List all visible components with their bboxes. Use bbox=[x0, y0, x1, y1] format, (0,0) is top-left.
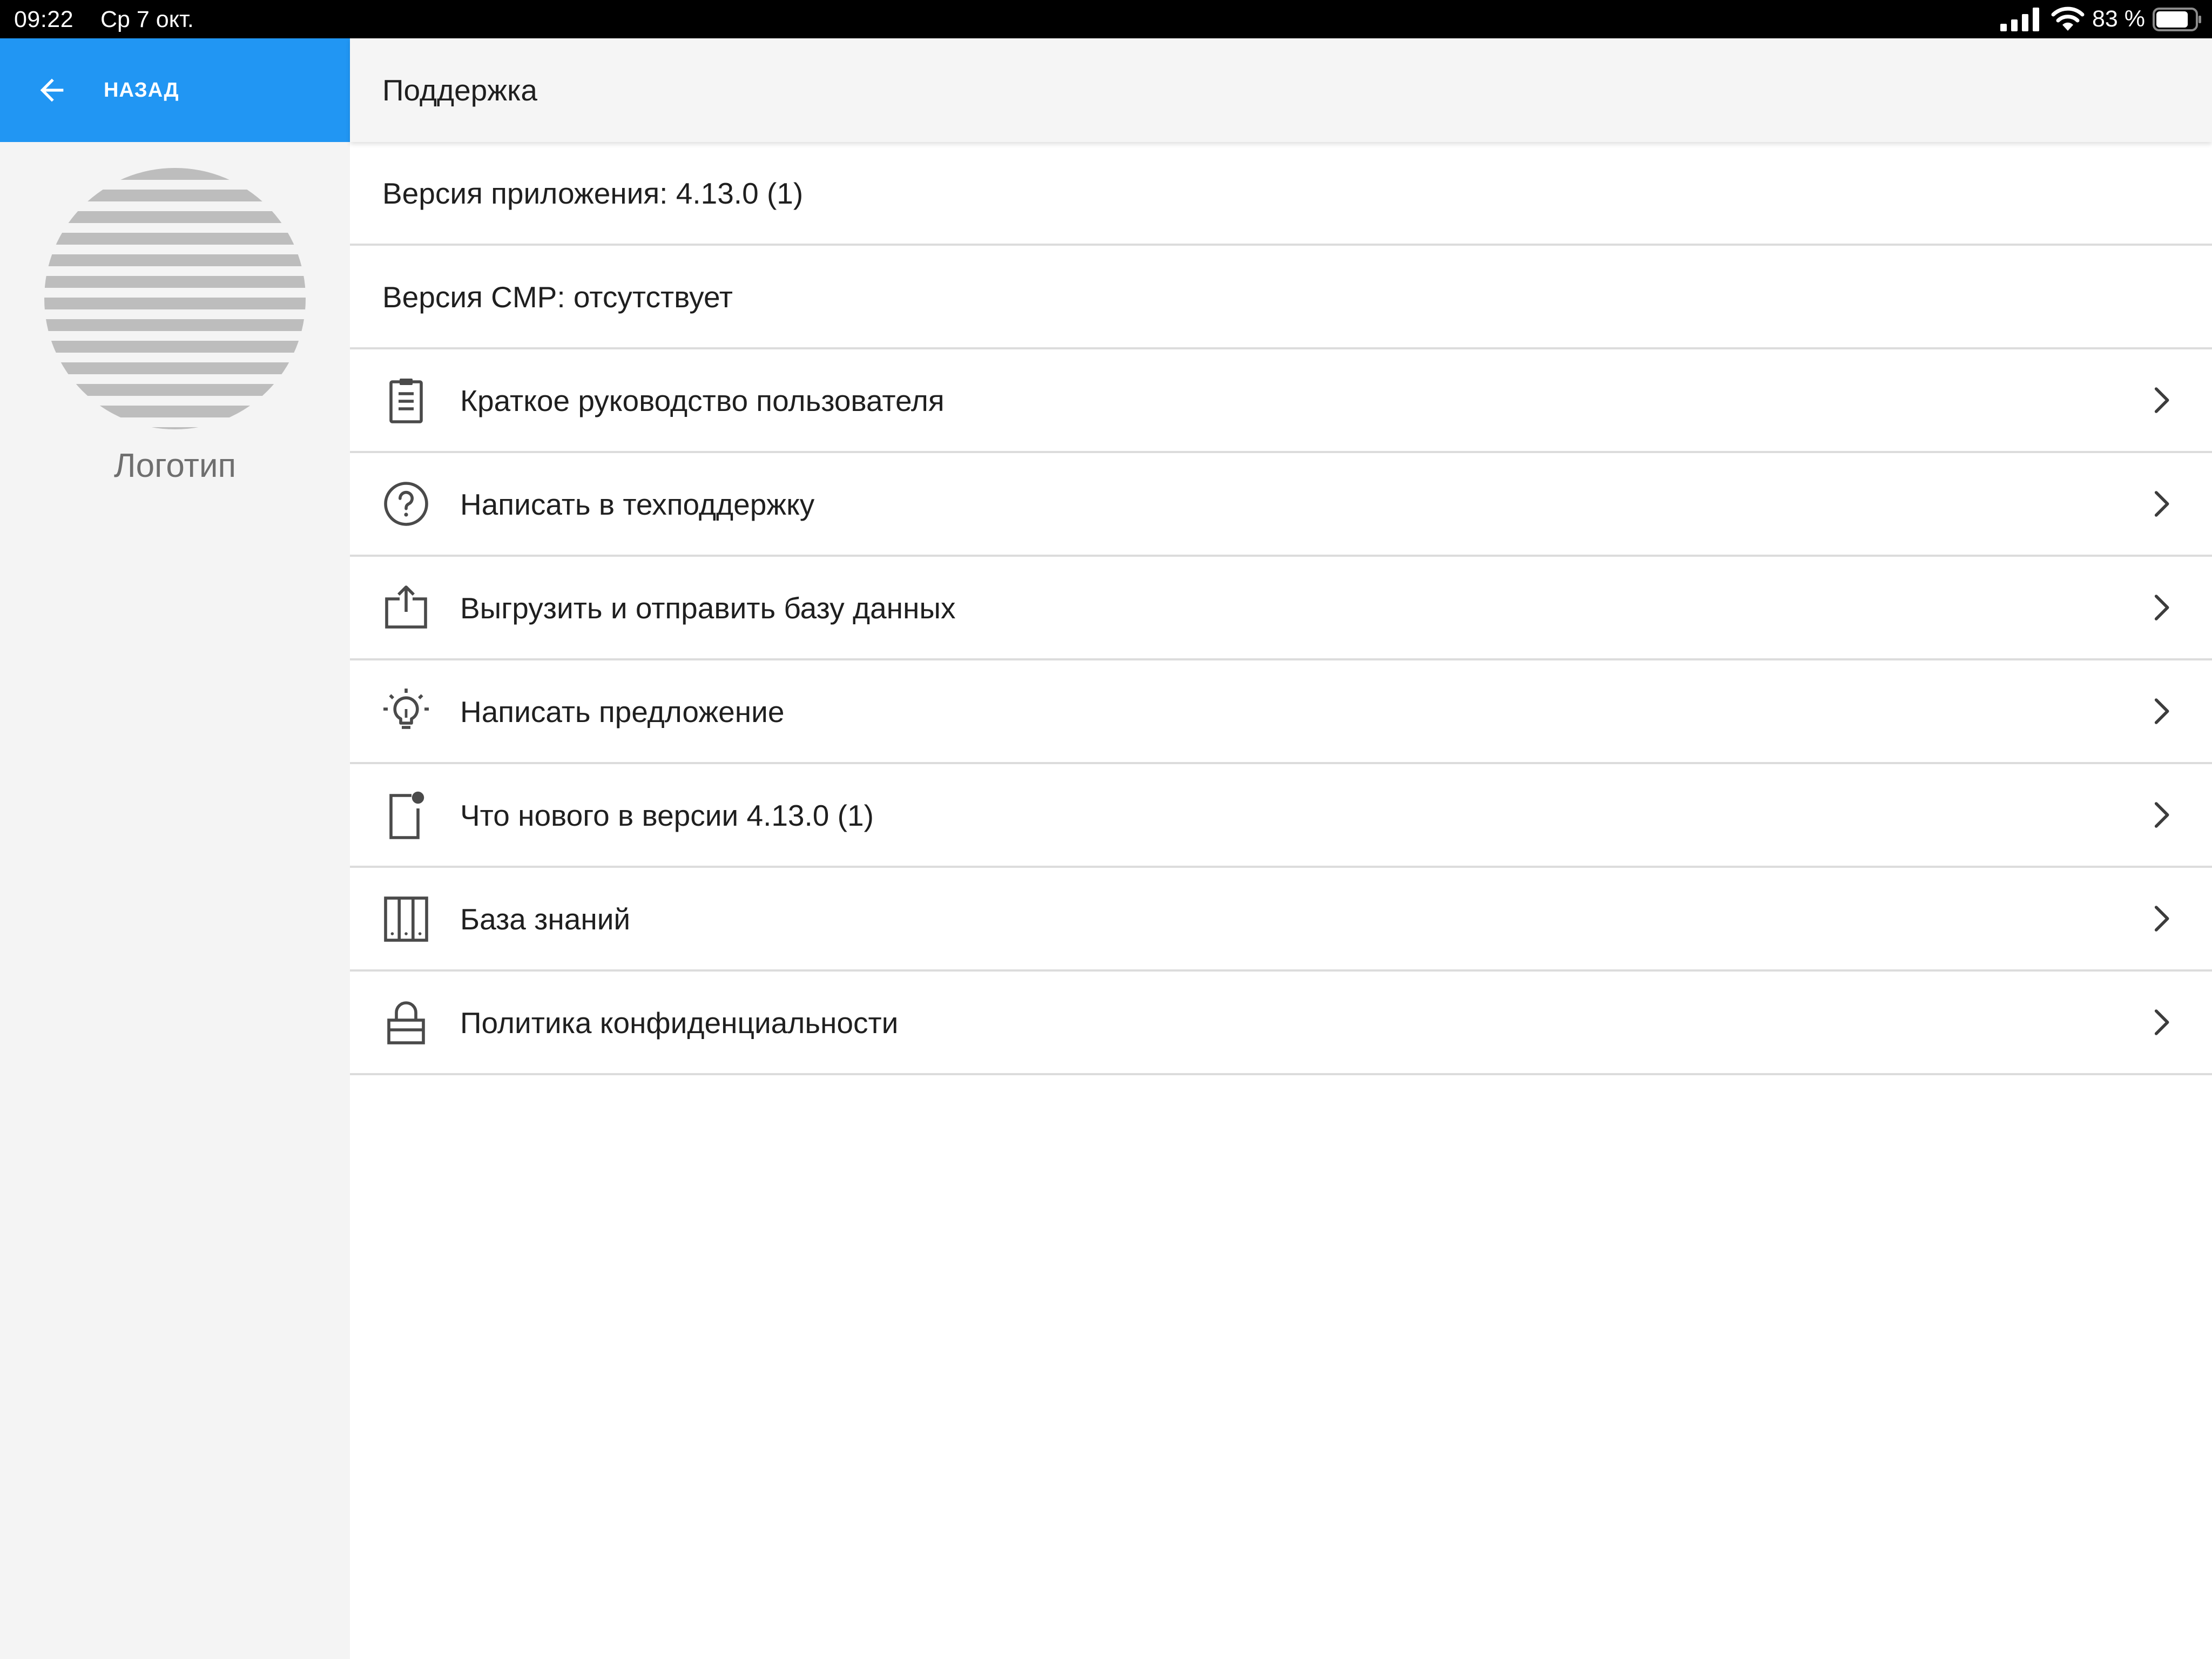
menu-item-label: Написать в техподдержку bbox=[460, 488, 815, 521]
chevron-right-icon bbox=[2154, 491, 2169, 517]
cellular-signal-icon bbox=[2000, 7, 2041, 31]
menu-item-label: Политика конфиденциальности bbox=[460, 1006, 899, 1040]
menu-item-privacy-policy[interactable]: Политика конфиденциальности bbox=[350, 972, 2212, 1075]
chevron-right-icon bbox=[2154, 595, 2169, 621]
cmp-version-text: Версия CMP: отсутствует bbox=[382, 280, 733, 314]
wifi-icon bbox=[2051, 6, 2085, 32]
logo-label: Логотип bbox=[113, 447, 237, 484]
logo-image bbox=[44, 168, 306, 429]
menu-item-export-database[interactable]: Выгрузить и отправить базу данных bbox=[350, 557, 2212, 660]
app-version-text: Версия приложения: 4.13.0 (1) bbox=[382, 177, 804, 210]
lightbulb-icon bbox=[383, 689, 429, 729]
chevron-right-icon bbox=[2154, 906, 2169, 932]
page-header: Поддержка bbox=[350, 38, 2212, 142]
chevron-right-icon bbox=[2154, 1009, 2169, 1035]
app-version-row: Версия приложения: 4.13.0 (1) bbox=[350, 142, 2212, 246]
battery-percent: 83 % bbox=[2092, 6, 2145, 32]
page-title: Поддержка bbox=[382, 73, 537, 107]
battery-icon bbox=[2153, 7, 2202, 31]
chevron-right-icon bbox=[2154, 387, 2169, 413]
status-bar: 09:22 Ср 7 окт. 83 % bbox=[0, 0, 2212, 38]
menu-item-label: Что нового в версии 4.13.0 (1) bbox=[460, 799, 874, 832]
menu-item-suggestion[interactable]: Написать предложение bbox=[350, 660, 2212, 764]
sidebar: НАЗАД Логотип bbox=[0, 38, 350, 1659]
back-button[interactable]: НАЗАД bbox=[0, 38, 350, 142]
lock-icon bbox=[387, 1001, 425, 1044]
status-time: 09:22 bbox=[14, 6, 74, 32]
chevron-right-icon bbox=[2154, 802, 2169, 828]
menu-item-label: Написать предложение bbox=[460, 695, 785, 729]
support-list: Версия приложения: 4.13.0 (1) Версия CMP… bbox=[350, 142, 2212, 1075]
cmp-version-row: Версия CMP: отсутствует bbox=[350, 246, 2212, 349]
status-indicators: 83 % bbox=[2000, 0, 2202, 38]
upload-icon bbox=[385, 585, 427, 629]
arrow-left-icon bbox=[40, 78, 64, 102]
menu-item-label: Выгрузить и отправить базу данных bbox=[460, 591, 956, 625]
menu-item-label: Краткое руководство пользователя bbox=[460, 384, 945, 417]
menu-item-label: База знаний bbox=[460, 902, 631, 936]
whats-new-icon bbox=[389, 791, 424, 839]
chevron-right-icon bbox=[2154, 698, 2169, 724]
clipboard-icon bbox=[389, 379, 423, 423]
status-date: Ср 7 окт. bbox=[100, 6, 194, 32]
back-label: НАЗАД bbox=[104, 79, 179, 102]
menu-item-knowledge-base[interactable]: База знаний bbox=[350, 868, 2212, 972]
menu-item-user-guide[interactable]: Краткое руководство пользователя bbox=[350, 349, 2212, 453]
menu-item-whats-new[interactable]: Что нового в версии 4.13.0 (1) bbox=[350, 764, 2212, 868]
menu-item-contact-support[interactable]: Написать в техподдержку bbox=[350, 453, 2212, 557]
library-icon bbox=[384, 896, 428, 942]
help-circle-icon bbox=[384, 482, 428, 526]
